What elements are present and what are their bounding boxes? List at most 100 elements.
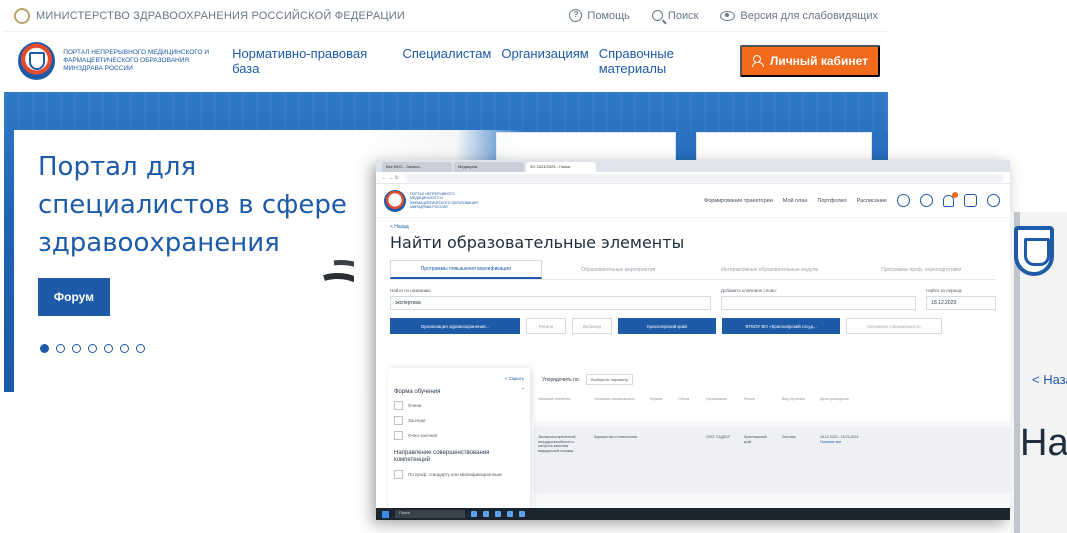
column-header[interactable]: Организация	[706, 397, 736, 415]
browser-tab[interactable]: Медицина	[454, 162, 524, 172]
sort-select[interactable]: Выберите параметр	[586, 374, 634, 385]
column-header[interactable]: Вид обучения	[782, 397, 812, 415]
help-link[interactable]: ? Помощь	[569, 9, 630, 22]
browser-tabstrip: Все ВНО - Записи... Медицина ЗО 2024/202…	[376, 160, 1010, 172]
tab-qualification[interactable]: Программы повышения квалификации	[390, 260, 542, 279]
table-header: Название элемента Основная специальность…	[534, 391, 1010, 421]
filter-university-button[interactable]: ФГБОУ ВО «Красноярский госуд...	[722, 318, 840, 334]
column-header[interactable]: Название элемента	[538, 397, 586, 415]
sidebar-collapse-link[interactable]: < Скрыть	[394, 376, 524, 381]
back-link[interactable]: < Назад	[390, 224, 1010, 230]
name-search-input[interactable]: экспертиза	[390, 296, 711, 310]
direction-option[interactable]: По проф. стандарту или квалификационным	[394, 470, 524, 479]
column-header[interactable]: Даты проведения	[820, 397, 868, 415]
taskbar-search[interactable]: Поиск	[395, 510, 465, 518]
portal-logo[interactable]	[18, 42, 56, 80]
browser-tab-active[interactable]: ЗО 2024/2025 - Поиск	[526, 162, 596, 172]
slider-dot[interactable]	[120, 344, 129, 353]
checkbox[interactable]	[394, 416, 403, 425]
nav-arrows-icon[interactable]: ← → ↻	[382, 175, 399, 181]
personal-cabinet-button[interactable]: Личный кабинет	[739, 45, 880, 77]
column-header[interactable]: Регион	[744, 397, 774, 415]
tab-retraining[interactable]: Программы проф. переподготовки	[847, 260, 997, 279]
accessibility-link[interactable]: Версия для слабовидящих	[720, 10, 878, 22]
checkbox[interactable]	[394, 470, 403, 479]
period-input[interactable]: 18.12.2023	[926, 296, 996, 310]
form-option[interactable]: Заочная	[394, 416, 524, 425]
browser-screenshot: Все ВНО - Записи... Медицина ЗО 2024/202…	[376, 160, 1010, 520]
app-nav-item[interactable]: Портфолио	[817, 198, 846, 204]
column-header[interactable]: Формат	[650, 397, 670, 415]
row-name[interactable]: Экспертиза временной нетрудоспособности …	[538, 435, 586, 485]
sort-bar: Упорядочить по: Выберите параметр	[534, 368, 1010, 391]
forum-button[interactable]: Форум	[38, 278, 110, 316]
app-logo-text: ПОРТАЛ НЕПРЕРЫВНОГО МЕДИЦИНСКОГО И ФАРМА…	[410, 191, 478, 210]
program-tabs: Программы повышения квалификации Образов…	[390, 260, 996, 280]
form-heading[interactable]: Форма обучения ˆ	[394, 389, 524, 395]
slider-dot[interactable]	[104, 344, 113, 353]
show-all-link[interactable]: Показать все	[820, 440, 841, 444]
nav-item-reference[interactable]: Справочные материалы	[599, 46, 740, 76]
taskbar-app-icon[interactable]	[495, 511, 501, 517]
keyword-filter: Добавить ключевое слово:	[720, 288, 917, 310]
column-header[interactable]: Основная специальность	[594, 397, 642, 415]
slider-dot[interactable]	[88, 344, 97, 353]
slider-dot[interactable]	[72, 344, 81, 353]
row-organization: ООО "СЦДПО"	[706, 435, 731, 439]
app-logo[interactable]	[384, 189, 406, 212]
form-option[interactable]: Очная	[394, 401, 524, 410]
checkbox[interactable]	[394, 431, 403, 440]
direction-heading[interactable]: Направление совершенствования компетенци…	[394, 450, 504, 464]
bell-icon[interactable]	[943, 191, 958, 207]
filter-webinar-button[interactable]: Вебинар	[572, 318, 612, 334]
fragment-back-link[interactable]: < Наза	[1032, 372, 1067, 387]
filter-krasnoyarsk-button[interactable]: Красноярский край	[618, 318, 716, 334]
row-dates: 18.12.2023 - 15.01.2024 Показать все	[820, 435, 868, 485]
user-icon[interactable]	[987, 194, 1000, 207]
fragment-title: Най	[1020, 422, 1067, 464]
filter-org-button[interactable]: Организация здравоохранения...	[390, 318, 520, 334]
filter-specialty-button[interactable]: Основная специальность	[846, 318, 942, 334]
form-option[interactable]: Очно-заочная	[394, 431, 524, 440]
help-icon[interactable]	[897, 194, 910, 207]
caret-icon: ˆ	[522, 389, 524, 395]
slider-dots	[40, 344, 145, 353]
search-label: Поиск	[667, 9, 699, 22]
form-heading-label: Форма обучения	[394, 389, 441, 395]
url-field[interactable]	[404, 173, 1004, 182]
taskbar-app-icon[interactable]	[483, 511, 489, 517]
search-link[interactable]: Поиск	[651, 9, 699, 22]
app-nav-item[interactable]: Формирование траектории	[704, 198, 773, 204]
person-icon	[751, 55, 764, 67]
tab-modules[interactable]: Интерактивные образовательные модули	[695, 260, 845, 279]
keyword-filter-label: Добавить ключевое слово:	[720, 288, 777, 293]
row-region: Красноярский край	[744, 435, 767, 444]
slider-dot[interactable]	[56, 344, 65, 353]
logo-text: ПОРТАЛ НЕПРЕРЫВНОГО МЕДИЦИНСКОГО И ФАРМА…	[63, 49, 209, 72]
table-row[interactable]: Экспертиза временной нетрудоспособности …	[534, 427, 1010, 493]
slider-dot[interactable]	[136, 344, 145, 353]
browser-tab[interactable]: Все ВНО - Записи...	[382, 162, 452, 172]
keyword-input[interactable]	[720, 296, 917, 310]
chat-icon[interactable]	[964, 194, 977, 207]
nav-item-specialists[interactable]: Специалистам	[402, 46, 491, 76]
filter-region-button[interactable]: Регион	[526, 318, 566, 334]
slider-dot[interactable]	[40, 344, 49, 353]
app-nav: Формирование траектории Мой план Портфол…	[704, 191, 1000, 207]
checkbox[interactable]	[394, 401, 403, 410]
app-nav-item[interactable]: Мой план	[783, 198, 808, 204]
column-header[interactable]: Объем	[678, 397, 698, 415]
app-nav-item[interactable]: Расписание	[857, 198, 887, 204]
tab-events[interactable]: Образовательные мероприятия	[544, 260, 694, 279]
windows-start-icon[interactable]	[382, 510, 389, 518]
nav-item-legal[interactable]: Нормативно-правовая база	[232, 46, 392, 76]
taskbar-app-icon[interactable]	[471, 511, 477, 517]
accessibility-label: Версия для слабовидящих	[740, 9, 878, 22]
top-bar: МИНИСТЕРСТВО ЗДРАВООХРАНЕНИЯ РОССИЙСКОЙ …	[4, 0, 888, 32]
taskbar-app-icon[interactable]	[519, 511, 525, 517]
hero-card: Портал для специалистов в сфере здравоох…	[14, 130, 524, 392]
taskbar-app-icon[interactable]	[507, 511, 513, 517]
eye-icon[interactable]	[920, 194, 933, 207]
shield-icon	[28, 52, 45, 70]
nav-item-organizations[interactable]: Организациям	[501, 46, 588, 76]
